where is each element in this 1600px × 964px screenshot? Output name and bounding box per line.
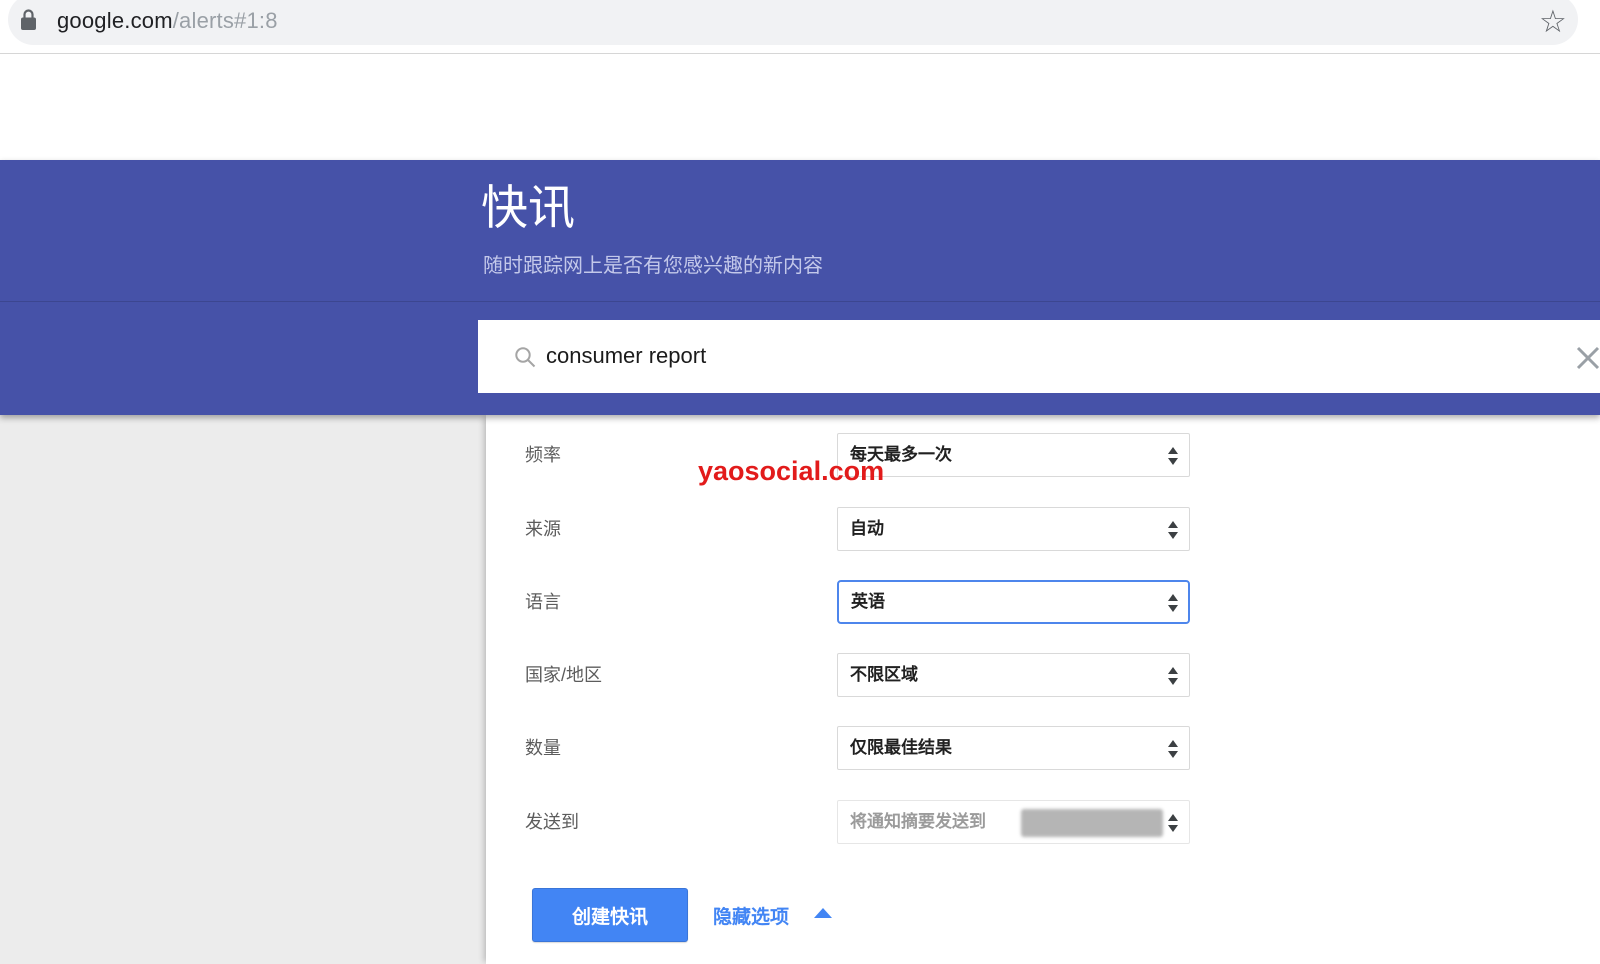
language-label: 语言 — [525, 580, 561, 624]
howmany-value: 仅限最佳结果 — [850, 727, 952, 769]
dropdown-arrows-icon — [1167, 520, 1179, 545]
dropdown-arrows-icon — [1167, 666, 1179, 691]
language-select[interactable]: 英语 — [837, 580, 1190, 624]
options-panel: 频率 每天最多一次 来源 自动 — [486, 415, 1600, 964]
redacted-email — [1021, 809, 1163, 837]
dropdown-arrows-icon — [1167, 446, 1179, 471]
deliver-to-select[interactable]: 将通知摘要发送到 — [837, 800, 1190, 844]
url-text[interactable]: google.com/alerts#1:8 — [57, 8, 278, 34]
sources-select[interactable]: 自动 — [837, 507, 1190, 551]
sources-row: 来源 自动 — [486, 507, 1600, 551]
watermark: yaosocial.com — [698, 456, 884, 487]
browser-chrome: google.com/alerts#1:8 ☆ — [0, 0, 1600, 54]
region-select[interactable]: 不限区域 — [837, 653, 1190, 697]
search-input[interactable]: consumer report — [546, 320, 706, 391]
lock-icon[interactable] — [20, 8, 37, 32]
dropdown-arrows-icon — [1167, 739, 1179, 764]
url-domain: google.com — [57, 8, 173, 33]
howmany-row: 数量 仅限最佳结果 — [486, 726, 1600, 770]
deliver-to-value: 将通知摘要发送到 — [850, 801, 986, 843]
sources-value: 自动 — [850, 508, 884, 550]
sources-label: 来源 — [525, 507, 561, 551]
left-panel — [0, 415, 486, 964]
dropdown-arrows-icon — [1167, 593, 1179, 618]
url-path: /alerts#1:8 — [173, 8, 278, 33]
language-value: 英语 — [851, 582, 885, 622]
frequency-select[interactable]: 每天最多一次 — [837, 433, 1190, 477]
actions-row: 创建快讯 隐藏选项 — [486, 888, 1600, 948]
hide-options-link[interactable]: 隐藏选项 — [713, 902, 789, 929]
dropdown-arrows-icon — [1167, 813, 1179, 838]
header-divider — [0, 301, 1600, 302]
create-alert-button[interactable]: 创建快讯 — [532, 888, 688, 942]
clear-search-icon[interactable] — [1574, 344, 1600, 377]
region-row: 国家/地区 不限区域 — [486, 653, 1600, 697]
region-value: 不限区域 — [850, 654, 918, 696]
frequency-row: 频率 每天最多一次 — [486, 433, 1600, 477]
region-label: 国家/地区 — [525, 653, 602, 697]
page-title: 快讯 — [481, 182, 575, 234]
deliver-to-label: 发送到 — [525, 800, 579, 844]
page-subtitle: 随时跟踪网上是否有您感兴趣的新内容 — [483, 249, 823, 278]
screen: google.com/alerts#1:8 ☆ 快讯 随时跟踪网上是否有您感兴趣… — [0, 0, 1600, 964]
alerts-header: 快讯 随时跟踪网上是否有您感兴趣的新内容 consumer report — [0, 160, 1600, 415]
deliver-to-row: 发送到 将通知摘要发送到 — [486, 800, 1600, 844]
search-box[interactable]: consumer report — [478, 320, 1600, 393]
howmany-label: 数量 — [525, 726, 561, 770]
collapse-arrow-icon[interactable] — [814, 908, 832, 918]
frequency-label: 频率 — [525, 433, 561, 477]
language-row: 语言 英语 — [486, 580, 1600, 624]
howmany-select[interactable]: 仅限最佳结果 — [837, 726, 1190, 770]
search-icon — [514, 346, 536, 373]
bookmark-star-icon[interactable]: ☆ — [1539, 1, 1567, 43]
